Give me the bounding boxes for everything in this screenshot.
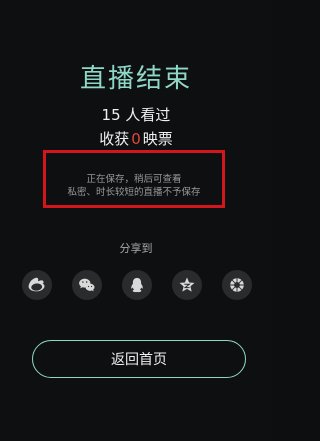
ticket-count: 0 (131, 130, 141, 148)
share-weibo-button[interactable] (22, 270, 52, 300)
ticket-suffix: 映票 (142, 130, 173, 148)
qzone-star-icon (179, 277, 195, 292)
share-buttons (22, 270, 252, 300)
viewer-count-suffix: 人看过 (125, 106, 171, 124)
viewer-count: 15 (101, 106, 121, 124)
ticket-prefix: 收获 (99, 130, 130, 148)
moments-icon (230, 278, 244, 292)
save-notice: 正在保存，稍后可查看 私密、时长较短的直播不予保存 (43, 150, 225, 208)
page-title: 直播结束 (79, 64, 192, 94)
weibo-icon (28, 277, 45, 292)
viewer-count-line: 15 人看过 (0, 104, 272, 125)
qq-icon (131, 277, 143, 293)
share-wechat-button[interactable] (72, 270, 102, 300)
wechat-icon (79, 278, 95, 292)
share-qq-button[interactable] (122, 270, 152, 300)
save-notice-line-2: 私密、时长较短的直播不予保存 (67, 187, 201, 198)
share-moments-button[interactable] (222, 270, 252, 300)
share-qzone-button[interactable] (172, 270, 202, 300)
save-notice-line-1: 正在保存，稍后可查看 (86, 174, 182, 185)
ticket-count-line: 收获 0 映票 (0, 128, 272, 149)
back-home-label: 返回首页 (111, 352, 167, 368)
share-label: 分享到 (119, 242, 153, 255)
back-home-button[interactable]: 返回首页 (32, 340, 246, 378)
live-end-screen: 直播结束 15 人看过 收获 0 映票 正在保存，稍后可查看 私密、时长较短的直播不… (0, 0, 272, 441)
